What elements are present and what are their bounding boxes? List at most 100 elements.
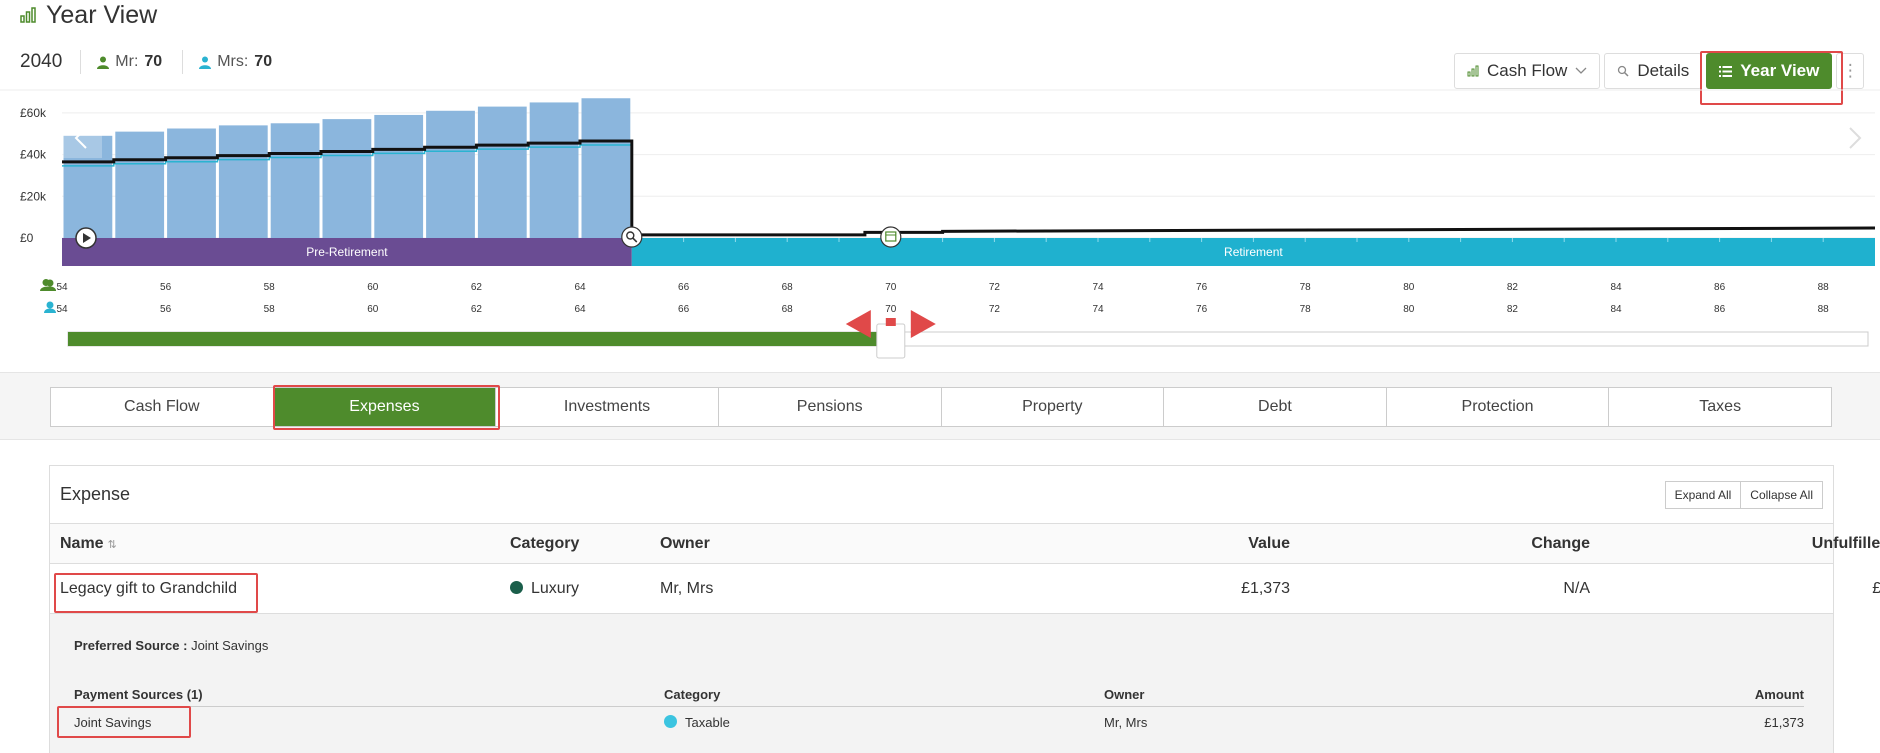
chart-bar <box>322 119 372 238</box>
expense-unfulfilled: £0 <box>1872 579 1880 597</box>
chart-prev-overlay <box>62 122 102 158</box>
tab-expenses[interactable]: Expenses <box>273 388 497 426</box>
person-age: 70 <box>254 53 273 70</box>
chevron-right-icon <box>1849 127 1862 149</box>
age-tick-mrs: 88 <box>1818 304 1830 315</box>
chart-bar <box>115 131 165 238</box>
expense-value: £1,373 <box>1241 579 1290 597</box>
age-tick-mrs: 68 <box>782 304 794 315</box>
expand-collapse-group: Expand All Collapse All <box>1664 480 1823 509</box>
tab-property[interactable]: Property <box>942 388 1165 426</box>
tab-taxes[interactable]: Taxes <box>1609 388 1831 426</box>
cash-flow-label: Cash Flow <box>1487 61 1568 80</box>
age-tick-mrs: 60 <box>367 304 379 315</box>
chart-bar <box>529 102 579 238</box>
person-icon-body <box>44 308 56 313</box>
person-icon-head <box>46 279 54 287</box>
person-mrs: Mrs: 70 <box>199 53 272 71</box>
age-tick-mr: 72 <box>989 282 1001 293</box>
payment-sources-header: Payment Sources (1) <box>74 687 664 707</box>
table-row[interactable]: Legacy gift to Grandchild Luxury Mr, Mrs… <box>50 564 1880 614</box>
chart-bar <box>477 106 527 238</box>
panel-title: Expense <box>60 484 131 504</box>
category-label: Luxury <box>531 579 580 597</box>
tab-investments[interactable]: Investments <box>496 388 719 426</box>
tab-pensions[interactable]: Pensions <box>719 388 942 426</box>
divider <box>182 50 184 74</box>
year-info: 2040 Mr: 70 Mrs: 70 <box>20 50 292 74</box>
chart-bar <box>374 114 424 238</box>
tab-cash-flow[interactable]: Cash Flow <box>51 388 274 426</box>
age-tick-mrs: 72 <box>989 304 1001 315</box>
person-age: 70 <box>144 53 163 70</box>
column-header-owner: Owner <box>660 534 710 552</box>
person-label: Mr: <box>115 53 139 70</box>
payment-source-amount: £1,373 <box>1764 715 1804 730</box>
drag-center-mark <box>885 318 896 326</box>
category-dot <box>664 715 677 728</box>
age-tick-mr: 84 <box>1610 282 1622 293</box>
age-tick-mrs: 58 <box>264 304 276 315</box>
age-tick-mr: 76 <box>1196 282 1208 293</box>
year-view-label: Year View <box>1740 61 1820 80</box>
payment-category-header: Category <box>664 687 1104 707</box>
expense-category: Luxury <box>510 580 660 598</box>
age-tick-mr: 60 <box>367 282 379 293</box>
payment-source-owner: Mr, Mrs <box>1104 715 1148 730</box>
chart-bar <box>426 110 475 238</box>
tab-protection[interactable]: Protection <box>1387 388 1610 426</box>
preferred-source: Preferred Source : Joint Savings <box>74 638 1809 653</box>
expense-detail: Preferred Source : Joint Savings Payment… <box>50 614 1833 753</box>
person-icon-head <box>46 301 54 309</box>
bar-chart-icon <box>20 7 36 23</box>
category-tabs: Cash Flow Expenses Investments Pensions … <box>50 387 1832 427</box>
column-header-name[interactable]: Name ⇅ <box>60 535 510 553</box>
expense-change: N/A <box>1563 579 1590 597</box>
chart-bar <box>218 125 268 238</box>
column-header-change: Change <box>1531 534 1590 552</box>
collapse-all-button[interactable]: Collapse All <box>1741 480 1823 509</box>
expand-all-button[interactable]: Expand All <box>1664 480 1742 509</box>
age-tick-mrs: 80 <box>1403 304 1415 315</box>
age-tick-mr: 62 <box>471 282 483 293</box>
age-tick-mr: 82 <box>1507 282 1519 293</box>
column-header-unfulfilled: Unfulfilled <box>1811 534 1880 552</box>
chart-canvas: £60k £40k £20k £0 Pre-Retirement Retirement 54… <box>0 89 1880 359</box>
y-tick-label: £60k <box>20 106 47 120</box>
expense-name: Legacy gift to Grandchild <box>60 579 237 597</box>
event-icon <box>880 226 902 248</box>
sort-icon[interactable]: ⇅ <box>108 539 117 551</box>
age-tick-mrs: 64 <box>574 304 586 315</box>
column-header-category: Category <box>510 534 580 552</box>
preferred-source-value: Joint Savings <box>191 638 269 653</box>
payment-owner-header: Owner <box>1104 687 1604 707</box>
preferred-source-label: Preferred Source : <box>74 638 188 653</box>
age-tick-mrs: 66 <box>678 304 690 315</box>
age-tick-mr: 86 <box>1714 282 1726 293</box>
page-header: Year View <box>20 0 157 30</box>
age-tick-mr: 88 <box>1818 282 1830 293</box>
expense-panel: Expense Expand All Collapse All Name ⇅ Ca… <box>49 465 1880 753</box>
payment-source-category: Taxable <box>664 707 1104 737</box>
more-vertical-icon: ⋮ <box>1841 61 1859 80</box>
payment-source-name: Joint Savings <box>74 715 152 730</box>
age-tick-mrs: 84 <box>1610 304 1622 315</box>
age-tick-mr: 80 <box>1403 282 1415 293</box>
cash-flow-chart: £60k £40k £20k £0 Pre-Retirement Retirement 54… <box>0 80 1880 370</box>
age-tick-mr: 78 <box>1300 282 1312 293</box>
y-tick-label: £20k <box>20 189 47 203</box>
person-mr: Mr: 70 <box>97 53 162 71</box>
tab-debt[interactable]: Debt <box>1164 388 1387 426</box>
column-header-value: Value <box>1248 534 1290 552</box>
age-tick-mrs: 82 <box>1507 304 1519 315</box>
zoom-icon <box>621 226 643 248</box>
expense-owner: Mr, Mrs <box>660 579 714 597</box>
age-tick-mrs: 54 <box>56 304 68 315</box>
age-tick-mrs: 86 <box>1714 304 1726 315</box>
y-tick-label: £0 <box>20 231 34 245</box>
bar-chart-icon <box>1467 65 1479 77</box>
category-label: Taxable <box>685 715 730 730</box>
age-tick-mrs: 74 <box>1092 304 1104 315</box>
expense-panel-header: Expense Expand All Collapse All <box>50 466 1833 524</box>
age-tick-mr: 74 <box>1092 282 1104 293</box>
